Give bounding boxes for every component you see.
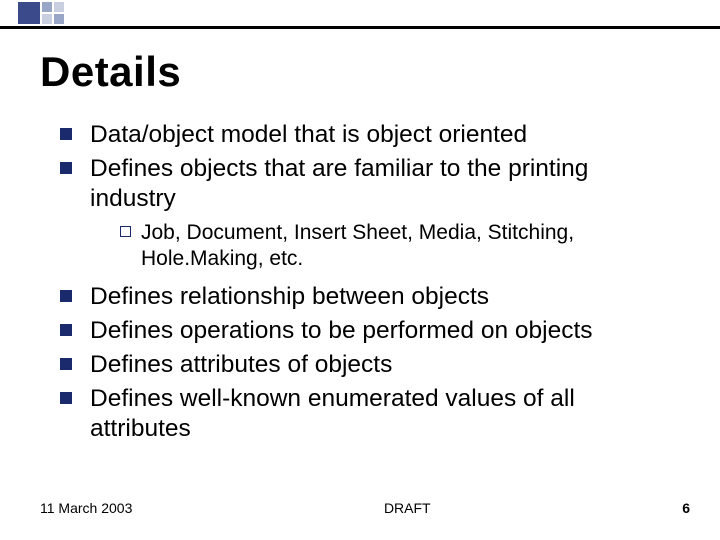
hollow-square-bullet-icon: [120, 226, 131, 237]
footer-date: 11 March 2003: [40, 500, 132, 516]
slide: Details Data/object model that is object…: [0, 0, 720, 540]
bullet-text: Data/object model that is object oriente…: [90, 120, 680, 150]
square-bullet-icon: [60, 290, 72, 302]
bullet-item: Data/object model that is object oriente…: [60, 120, 680, 150]
bullet-item: Defines attributes of objects: [60, 350, 680, 380]
bullet-text: Defines well-known enumerated values of …: [90, 384, 680, 444]
slide-title: Details: [40, 48, 181, 96]
footer-page-number: 6: [682, 500, 690, 516]
square-bullet-icon: [60, 324, 72, 336]
slide-footer: 11 March 2003 DRAFT 6: [40, 500, 690, 516]
bullet-text: Defines objects that are familiar to the…: [90, 154, 680, 214]
square-bullet-icon: [60, 162, 72, 174]
sub-bullet-item: Job, Document, Insert Sheet, Media, Stit…: [120, 220, 680, 273]
bullet-text: Defines operations to be performed on ob…: [90, 316, 680, 346]
bullet-item: Defines relationship between objects: [60, 282, 680, 312]
slide-body: Data/object model that is object oriente…: [60, 120, 680, 448]
square-bullet-icon: [60, 128, 72, 140]
bullet-text: Defines attributes of objects: [90, 350, 680, 380]
bullet-item: Defines well-known enumerated values of …: [60, 384, 680, 444]
header-bar: [0, 0, 720, 29]
square-bullet-icon: [60, 358, 72, 370]
bullet-text: Defines relationship between objects: [90, 282, 680, 312]
sub-bullet-group: Job, Document, Insert Sheet, Media, Stit…: [120, 220, 680, 273]
bullet-item: Defines operations to be performed on ob…: [60, 316, 680, 346]
sub-bullet-text: Job, Document, Insert Sheet, Media, Stit…: [141, 220, 680, 273]
bullet-item: Defines objects that are familiar to the…: [60, 154, 680, 214]
square-bullet-icon: [60, 392, 72, 404]
footer-center: DRAFT: [132, 500, 682, 516]
